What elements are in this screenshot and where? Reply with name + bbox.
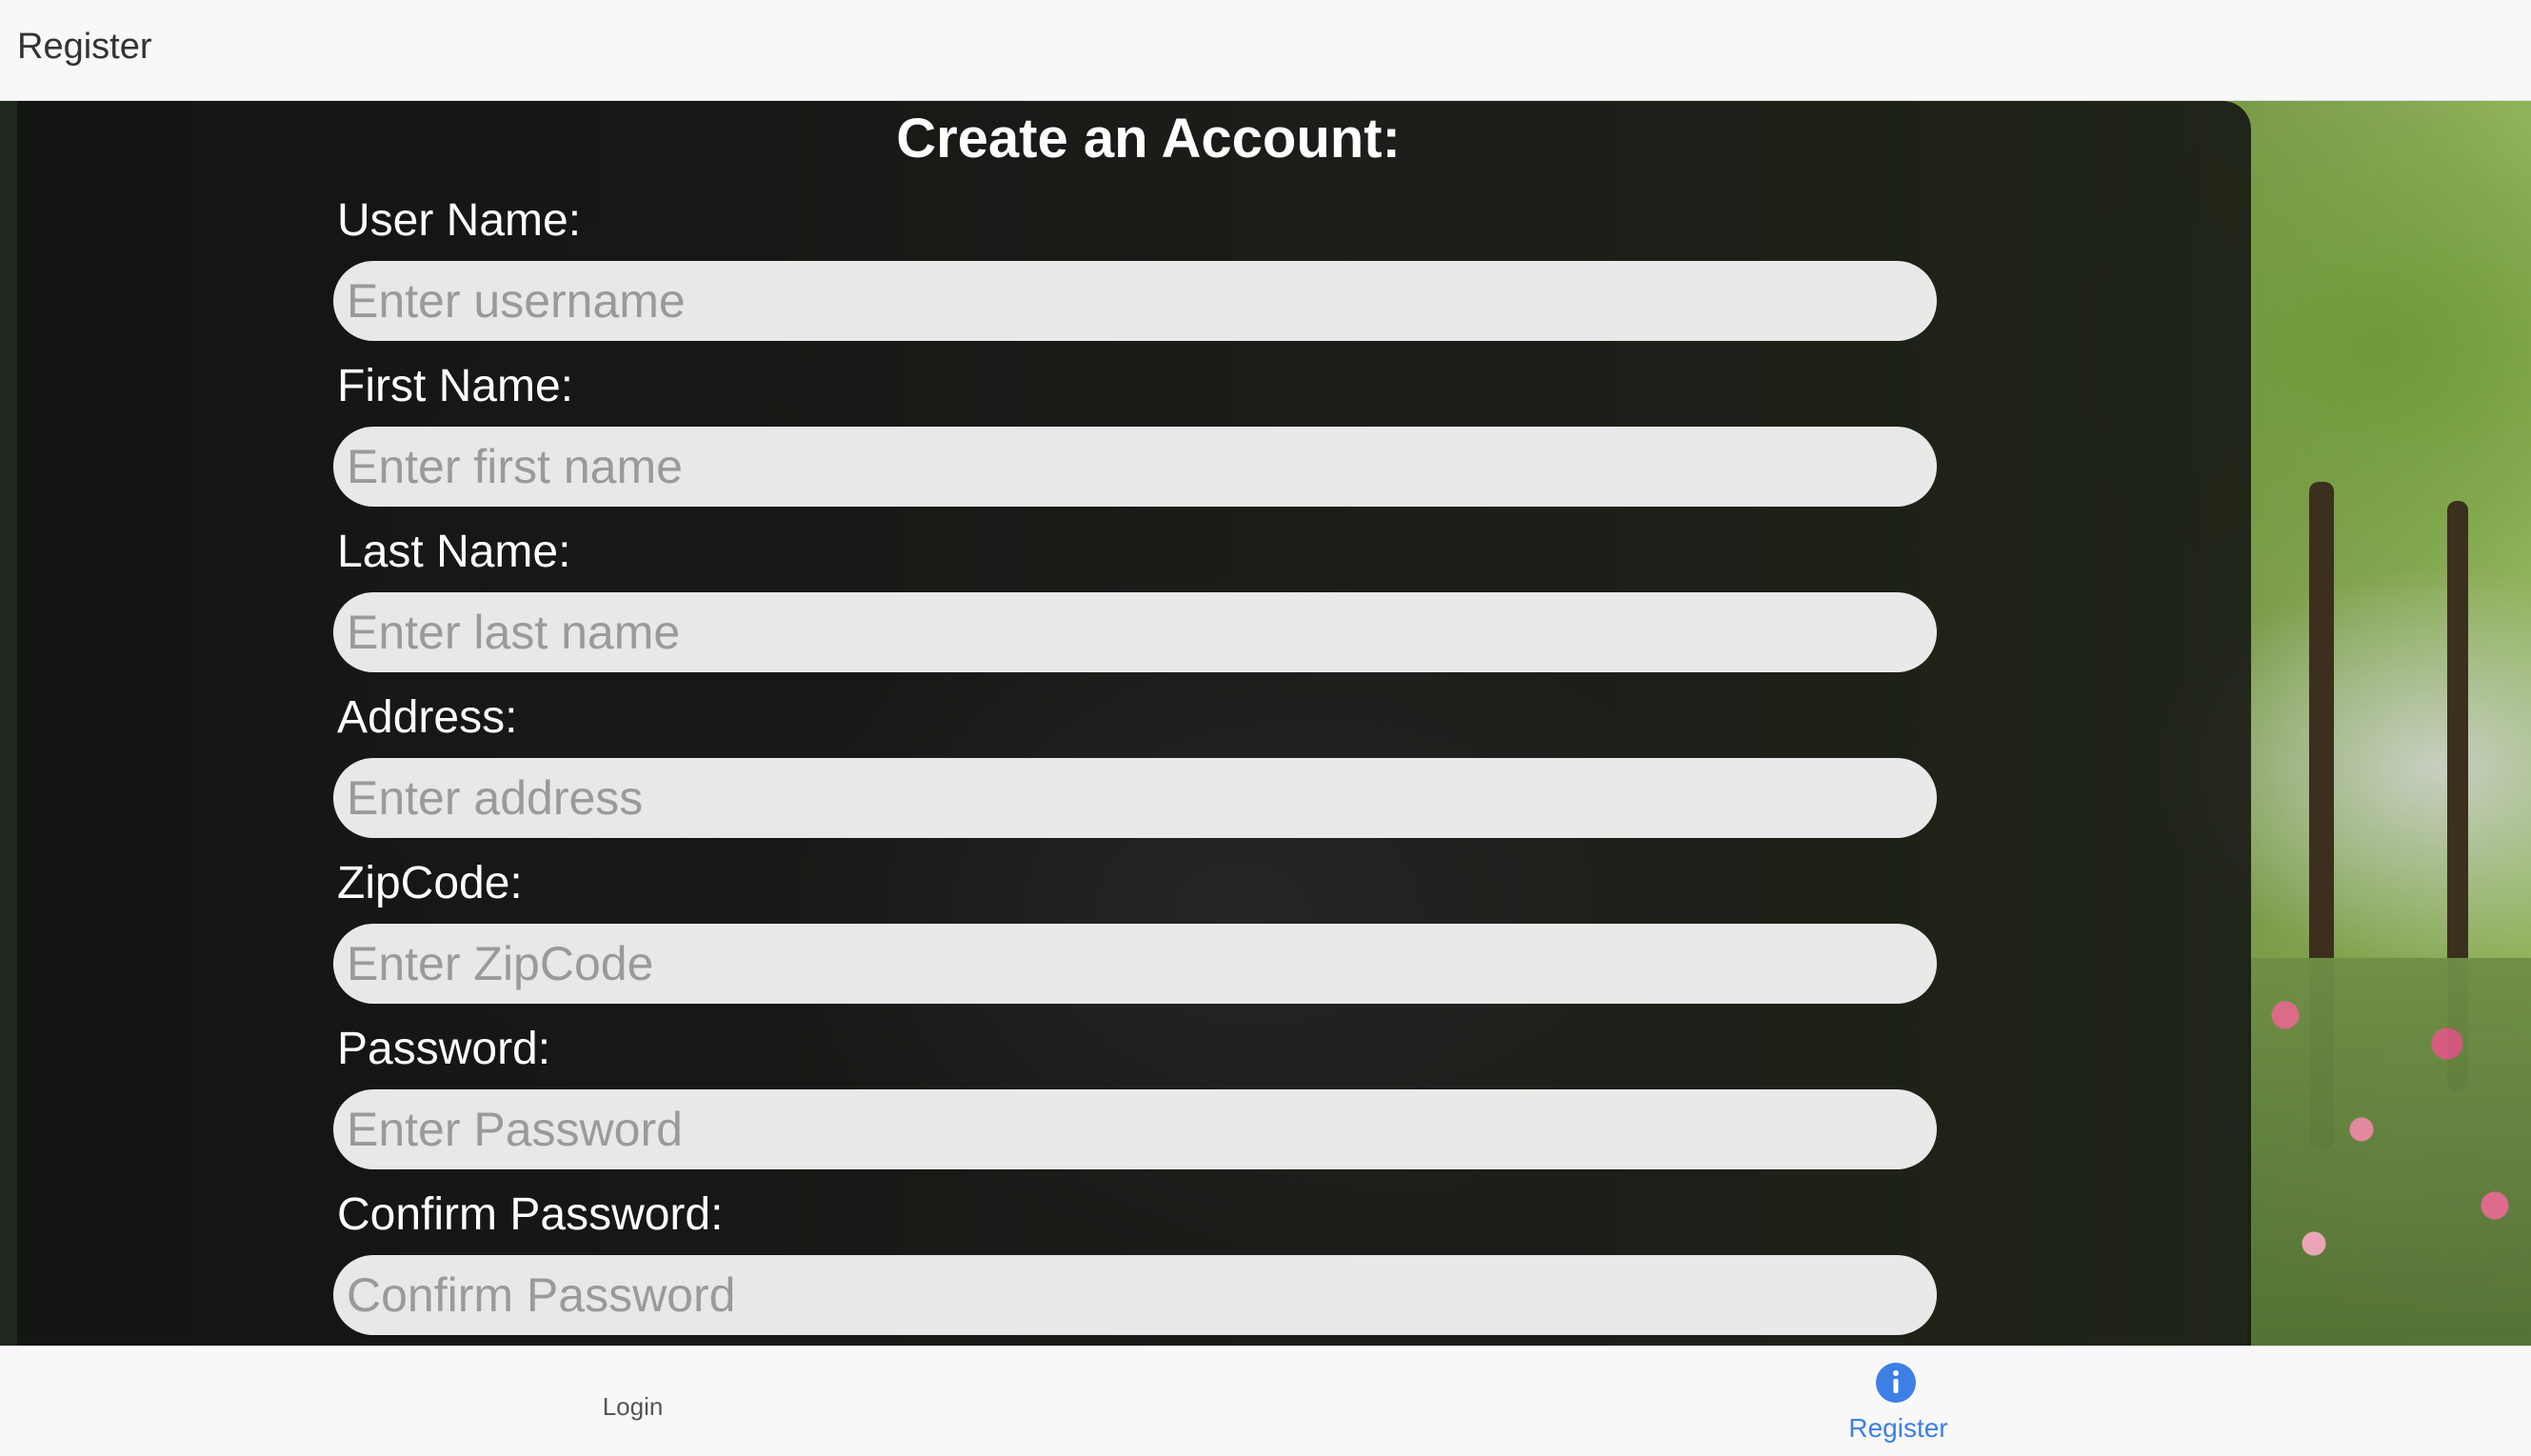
first-name-label: First Name:: [337, 361, 574, 411]
info-icon: [1876, 1363, 1916, 1403]
username-label: User Name:: [337, 195, 582, 246]
address-input[interactable]: [333, 758, 1937, 838]
last-name-input[interactable]: [333, 592, 1937, 672]
first-name-input[interactable]: [333, 427, 1937, 507]
address-label: Address:: [337, 692, 518, 743]
form-title: Create an Account:: [896, 108, 1401, 170]
zipcode-label: ZipCode:: [337, 858, 523, 908]
tab-login[interactable]: Login: [0, 1346, 1266, 1456]
username-input[interactable]: [333, 261, 1937, 341]
page-title: Register: [17, 27, 152, 67]
confirm-password-input[interactable]: [333, 1255, 1937, 1335]
confirm-password-label: Confirm Password:: [337, 1189, 724, 1240]
zipcode-input[interactable]: [333, 924, 1937, 1004]
tab-register[interactable]: Register: [1266, 1346, 2531, 1456]
tab-register-label: Register: [1848, 1413, 1948, 1443]
password-label: Password:: [337, 1024, 551, 1074]
last-name-label: Last Name:: [337, 527, 571, 577]
flower-bed: [2247, 958, 2531, 1346]
tab-login-label: Login: [602, 1392, 664, 1421]
app-header: Register: [0, 0, 2531, 101]
password-input[interactable]: [333, 1089, 1937, 1169]
bottom-tab-bar: Login Register: [0, 1346, 2531, 1455]
